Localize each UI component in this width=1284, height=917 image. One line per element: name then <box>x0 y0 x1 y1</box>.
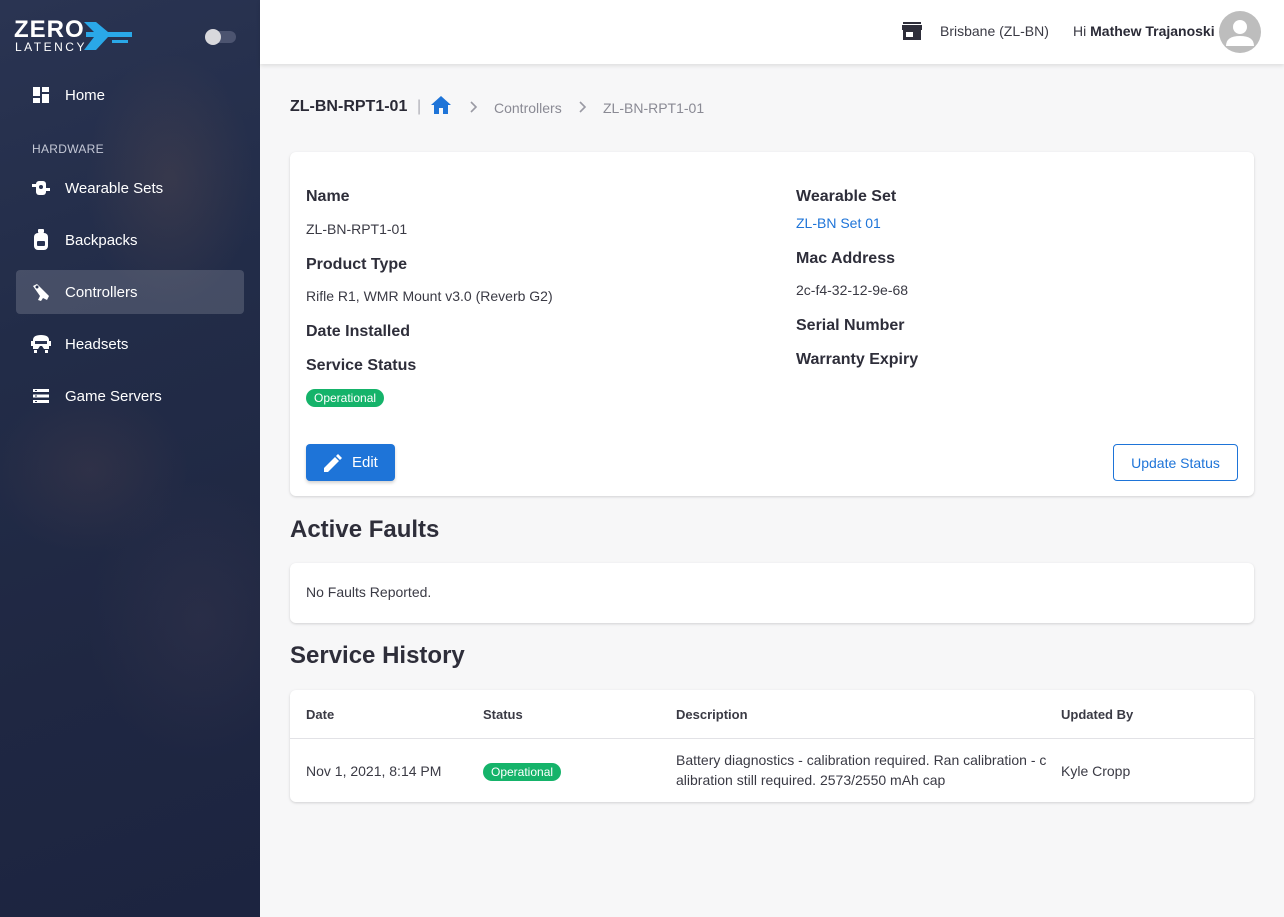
sidebar-item-label: Controllers <box>65 283 138 301</box>
backpack-icon <box>30 229 52 251</box>
home-icon[interactable] <box>431 96 451 119</box>
status-badge: Operational <box>483 763 562 781</box>
row-description-line1: Battery diagnostics - calibration requir… <box>676 752 1047 768</box>
page-title: ZL-BN-RPT1-01 <box>290 98 408 115</box>
breadcrumb-current: ZL-BN-RPT1-01 <box>603 100 705 116</box>
user-name: Mathew Trajanoski <box>1090 23 1215 39</box>
sidebar-background-art <box>0 0 260 917</box>
sidebar-item-label: Headsets <box>65 335 129 353</box>
wearable-set-link[interactable]: ZL-BN Set 01 <box>796 215 881 231</box>
user-avatar-icon <box>1226 20 1254 46</box>
name-value: ZL-BN-RPT1-01 <box>306 221 408 237</box>
column-header-status[interactable]: Status <box>483 707 523 722</box>
sidebar-item-game-servers[interactable]: Game Servers <box>16 374 244 418</box>
no-faults-text: No Faults Reported. <box>306 584 432 600</box>
location-selector[interactable]: Brisbane (ZL-BN) <box>940 23 1049 39</box>
edit-button-label: Edit <box>352 454 378 471</box>
breadcrumb-separator: | <box>417 98 422 115</box>
serial-number-label: Serial Number <box>796 317 905 334</box>
product-type-value: Rifle R1, WMR Mount v3.0 (Reverb G2) <box>306 288 553 304</box>
column-header-date[interactable]: Date <box>306 707 334 722</box>
table-row[interactable]: Nov 1, 2021, 8:14 PM Operational Battery… <box>290 739 1254 802</box>
edit-button[interactable]: Edit <box>306 444 395 481</box>
status-badge: Operational <box>306 389 385 407</box>
user-greeting: Hi Mathew Trajanoski <box>1073 23 1215 39</box>
wearable-set-label: Wearable Set <box>796 188 897 205</box>
row-description-line2: alibration still required. 2573/2550 mAh… <box>676 772 946 788</box>
column-header-updated-by[interactable]: Updated By <box>1061 707 1133 722</box>
sidebar-item-backpacks[interactable]: Backpacks <box>16 218 244 262</box>
avatar[interactable] <box>1219 11 1261 53</box>
service-history-heading: Service History <box>290 642 465 669</box>
sidebar-item-label: Home <box>65 86 106 104</box>
headset-icon <box>30 333 52 355</box>
theme-toggle[interactable] <box>205 29 236 45</box>
controller-details-card: Name ZL-BN-RPT1-01 Product Type Rifle R1… <box>290 152 1254 496</box>
sidebar-item-controllers[interactable]: Controllers <box>16 270 244 314</box>
logo-word-latency: LATENCY <box>15 40 87 54</box>
rifle-controller-icon <box>30 281 52 303</box>
sidebar-item-home[interactable]: Home <box>16 73 244 117</box>
warranty-expiry-label: Warranty Expiry <box>796 351 919 368</box>
mac-address-label: Mac Address <box>796 250 895 267</box>
product-type-label: Product Type <box>306 256 408 273</box>
chevron-right-icon <box>469 100 479 119</box>
column-header-description[interactable]: Description <box>676 707 748 722</box>
greeting-prefix: Hi <box>1073 23 1087 39</box>
logo-plane-icon <box>84 22 132 50</box>
mac-address-value: 2c-f4-32-12-9e-68 <box>796 282 909 298</box>
top-bar: Brisbane (ZL-BN) Hi Mathew Trajanoski <box>260 0 1284 64</box>
update-status-button[interactable]: Update Status <box>1113 444 1238 481</box>
sidebar-item-wearable-sets[interactable]: Wearable Sets <box>16 166 244 210</box>
sidebar: ZERO LATENCY Home HARDWARE Wearable Sets… <box>0 0 260 917</box>
server-icon <box>30 385 52 407</box>
row-date: Nov 1, 2021, 8:14 PM <box>306 763 442 779</box>
row-updated-by: Kyle Cropp <box>1061 763 1131 779</box>
wearable-set-icon <box>30 177 52 199</box>
pencil-icon <box>324 453 342 472</box>
sidebar-item-label: Wearable Sets <box>65 179 164 197</box>
chevron-right-icon <box>578 100 588 119</box>
sidebar-section-hardware: HARDWARE <box>32 142 104 156</box>
date-installed-label: Date Installed <box>306 323 411 340</box>
dashboard-icon <box>30 84 52 106</box>
service-status-label: Service Status <box>306 357 417 374</box>
active-faults-heading: Active Faults <box>290 516 440 543</box>
sidebar-item-headsets[interactable]: Headsets <box>16 322 244 366</box>
zero-latency-logo[interactable]: ZERO LATENCY <box>14 18 138 54</box>
logo-word-zero: ZERO <box>14 16 85 43</box>
breadcrumb-controllers[interactable]: Controllers <box>494 100 562 116</box>
service-history-table: Date Status Description Updated By Nov 1… <box>290 690 1254 802</box>
sidebar-item-label: Game Servers <box>65 387 162 405</box>
theme-toggle-knob <box>205 29 221 45</box>
name-label: Name <box>306 188 350 205</box>
sidebar-item-label: Backpacks <box>65 231 138 249</box>
active-faults-card: No Faults Reported. <box>290 563 1254 623</box>
store-icon[interactable] <box>902 22 922 45</box>
